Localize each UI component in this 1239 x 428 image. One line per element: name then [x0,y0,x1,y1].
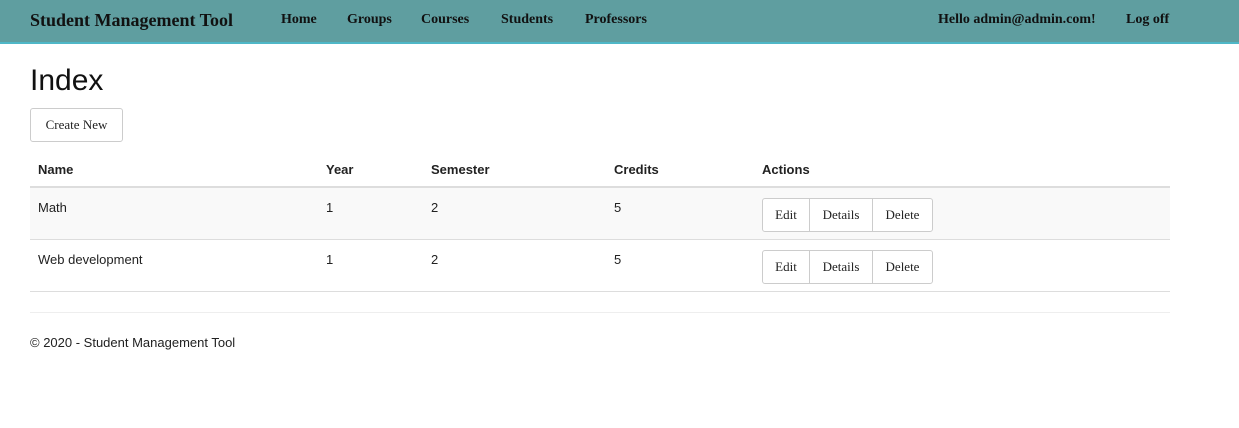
row-actions: Edit Details Delete [762,250,933,284]
nav-professors-link[interactable]: Professors [585,12,647,28]
table-header: Name Year Semester Credits Actions [30,152,1170,188]
nav-courses-link[interactable]: Courses [421,12,469,28]
edit-button[interactable]: Edit [762,198,810,232]
nav-students-link[interactable]: Students [501,12,553,28]
user-greeting-link[interactable]: Hello admin@admin.com! [938,12,1096,28]
nav-home-link[interactable]: Home [281,12,317,28]
cell-year: 1 [326,252,334,267]
create-new-button[interactable]: Create New [30,108,123,142]
cell-credits: 5 [614,252,622,267]
cell-semester: 2 [431,252,439,267]
delete-button[interactable]: Delete [872,198,933,232]
cell-credits: 5 [614,200,622,215]
nav-groups-link[interactable]: Groups [347,12,392,28]
delete-button[interactable]: Delete [872,250,933,284]
cell-semester: 2 [431,200,439,215]
details-button[interactable]: Details [809,250,873,284]
column-header-credits: Credits [614,162,659,177]
column-header-year: Year [326,162,354,177]
edit-button[interactable]: Edit [762,250,810,284]
footer-text: © 2020 - Student Management Tool [30,335,236,350]
cell-name: Math [38,200,67,215]
cell-year: 1 [326,200,334,215]
page-title: Index [30,64,104,97]
table-row: Web development 1 2 5 Edit Details Delet… [30,240,1170,292]
brand-link[interactable]: Student Management Tool [30,10,233,31]
table-row: Math 1 2 5 Edit Details Delete [30,188,1170,240]
column-header-actions: Actions [762,162,810,177]
details-button[interactable]: Details [809,198,873,232]
row-actions: Edit Details Delete [762,198,933,232]
log-off-link[interactable]: Log off [1126,12,1169,28]
footer-divider [30,312,1170,313]
courses-table: Name Year Semester Credits Actions Math … [30,152,1170,292]
cell-name: Web development [38,252,143,267]
column-header-semester: Semester [431,162,490,177]
top-navbar: Student Management Tool Home Groups Cour… [0,0,1239,44]
column-header-name: Name [38,162,74,177]
